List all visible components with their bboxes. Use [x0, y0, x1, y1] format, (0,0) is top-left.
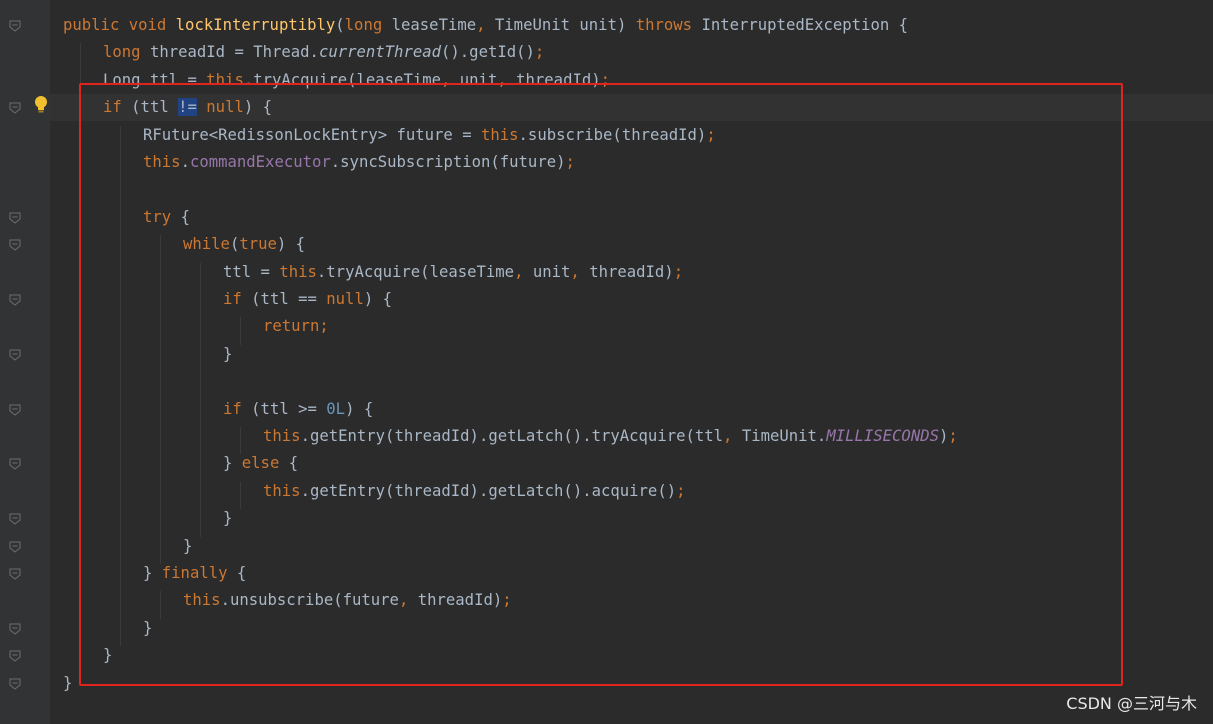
fold-marker-icon[interactable]	[9, 212, 21, 224]
code-token: InterruptedException {	[701, 16, 908, 34]
code-token: long	[103, 43, 150, 62]
fold-marker-icon[interactable]	[9, 623, 21, 635]
red-annotation-box	[79, 83, 1123, 686]
fold-marker-icon[interactable]	[9, 349, 21, 361]
fold-marker-icon[interactable]	[9, 650, 21, 662]
code-token: TimeUnit unit)	[494, 16, 636, 34]
code-token: ,	[476, 16, 495, 34]
watermark: CSDN @三河与木	[1066, 694, 1197, 713]
code-token: leaseTime	[391, 16, 477, 34]
fold-marker-icon[interactable]	[9, 678, 21, 690]
lightbulb-icon[interactable]	[33, 95, 49, 115]
code-token: }	[63, 673, 73, 692]
fold-marker-icon[interactable]	[9, 294, 21, 306]
code-token: lockInterruptibly	[175, 16, 336, 34]
code-token: ().getId()	[441, 43, 535, 62]
fold-marker-icon[interactable]	[9, 568, 21, 580]
fold-marker-icon[interactable]	[9, 20, 21, 32]
code-token: (	[335, 16, 345, 34]
code-token: currentThread	[318, 43, 442, 62]
code-line[interactable]: public void lockInterruptibly(long lease…	[63, 12, 908, 39]
code-token: public void	[63, 16, 176, 34]
code-line[interactable]: }	[63, 670, 72, 697]
fold-marker-icon[interactable]	[9, 458, 21, 471]
code-token: ;	[534, 43, 545, 62]
code-token: long	[344, 16, 392, 34]
code-token: threadId = Thread.	[149, 43, 319, 62]
fold-marker-icon[interactable]	[9, 102, 21, 114]
fold-marker-icon[interactable]	[9, 404, 21, 416]
fold-marker-icon[interactable]	[9, 541, 21, 553]
code-token: throws	[635, 16, 702, 34]
fold-marker-icon[interactable]	[9, 513, 21, 525]
fold-marker-icon[interactable]	[9, 239, 21, 251]
code-line[interactable]: long threadId = Thread.currentThread().g…	[103, 39, 544, 66]
